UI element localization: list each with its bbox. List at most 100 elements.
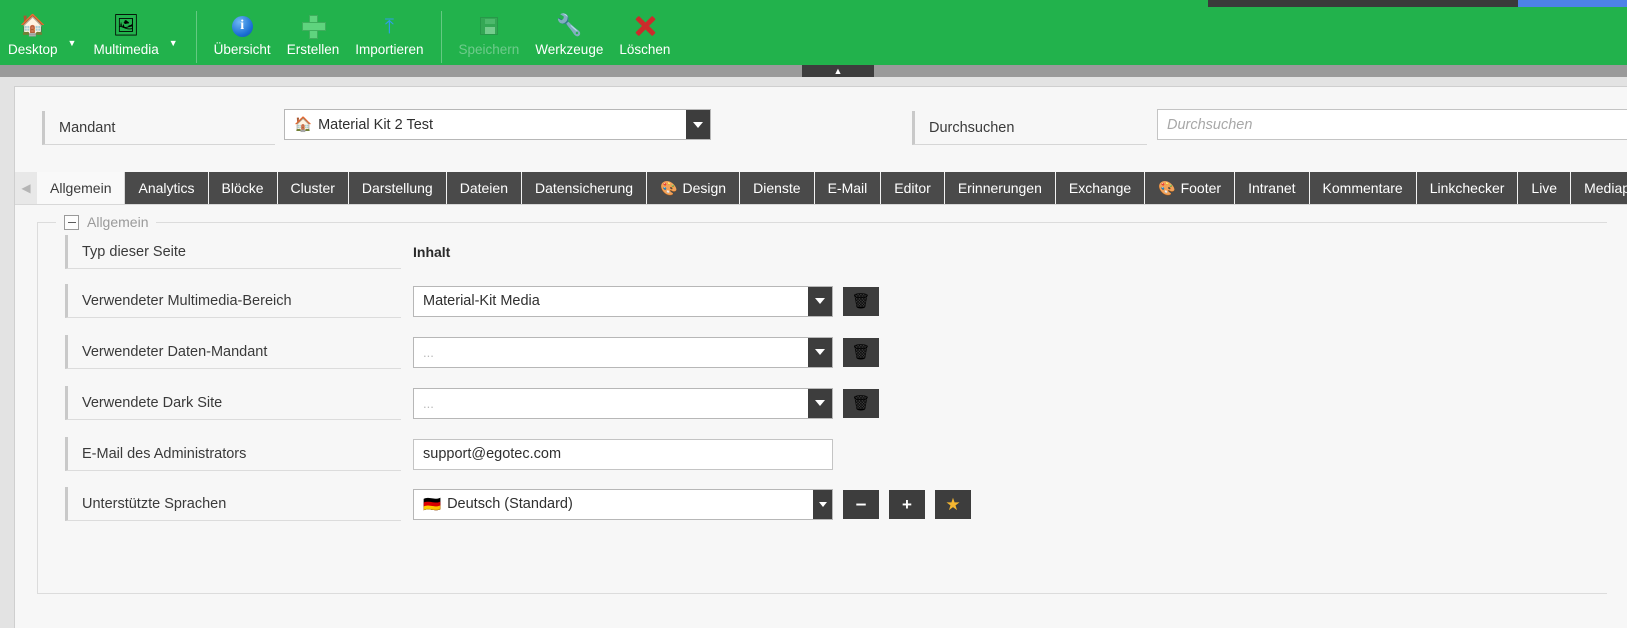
tab-bl-cke[interactable]: Blöcke (208, 172, 278, 204)
toolbar-separator-1 (195, 11, 197, 63)
tab-darstellung[interactable]: Darstellung (348, 172, 447, 204)
toolbar-button-erstellen[interactable]: Erstellen (279, 9, 348, 57)
delete-multimedia-button[interactable]: 🗑 (843, 286, 879, 316)
chevron-down-icon (815, 349, 825, 355)
tab-live[interactable]: Live (1518, 172, 1572, 204)
toolbar-label-loeschen: Löschen (619, 42, 671, 57)
arrow-up-icon: ⤒ (384, 14, 394, 38)
tab-label: Allgemein (50, 180, 112, 196)
mandant-select[interactable]: 🏠 Material Kit 2 Test (284, 109, 711, 140)
chevron-down-icon-multimedia[interactable]: ▼ (167, 38, 187, 57)
form-row-typ-dieser-seite: Typ dieser Seite Inhalt (65, 235, 450, 269)
form-label-e-mail-des-administrators: E-Mail des Administrators (65, 437, 401, 471)
chevron-down-icon (815, 400, 825, 406)
trash-icon: 🗑 (851, 293, 871, 310)
main-panel: Mandant 🏠 Material Kit 2 Test Durchsuche… (0, 77, 1627, 628)
trash-icon: 🗑 (851, 344, 871, 361)
form-value-e-mail-des-administrators (413, 438, 833, 470)
form-select-dropdown-button-verwendete-dark-site[interactable] (808, 388, 832, 418)
form-select-value-verwendeter-daten-mandant: ... (414, 345, 434, 360)
set-default-language-button[interactable]: ★ (935, 489, 971, 519)
form-select-value-verwendete-dark-site: ... (414, 396, 434, 411)
chevron-down-icon (818, 501, 827, 507)
tab-label: Blöcke (221, 180, 264, 196)
toolbar-button-desktop[interactable]: 🏠 Desktop (0, 9, 66, 57)
palette-icon: 🎨 (1158, 179, 1176, 196)
form-select-verwendeter-multimedia-bereich[interactable]: Material-Kit Media (413, 285, 833, 317)
tab-design[interactable]: 🎨 Design (647, 172, 741, 204)
search-input-wrap (1157, 109, 1627, 140)
toolbar-label-uebersicht: Übersicht (213, 42, 271, 57)
tab-label: Darstellung (361, 180, 433, 196)
add-language-button[interactable]: + (889, 489, 925, 519)
delete-daten-mandant-button[interactable]: 🗑 (843, 337, 879, 367)
tab-cluster[interactable]: Cluster (277, 172, 349, 204)
form-select-verwendeter-daten-mandant[interactable]: ... (413, 336, 833, 368)
tab-footer[interactable]: 🎨 Footer (1145, 172, 1236, 204)
mandant-select-dropdown-button[interactable] (686, 110, 710, 139)
settings-tab-bar: ◀ Allgemein Analytics Blöcke Cluster Darstel… (15, 172, 1627, 204)
form-select-dropdown-button-unterst-tzte-sprachen[interactable] (813, 489, 832, 519)
tab-mediapool[interactable]: Mediapool (1571, 172, 1627, 204)
toolbar-button-uebersicht[interactable]: i Übersicht (206, 9, 279, 57)
collapse-fieldset-button[interactable] (64, 214, 79, 230)
trash-icon: 🗑 (851, 395, 871, 412)
search-label: Durchsuchen (912, 111, 1147, 145)
tab-exchange[interactable]: Exchange (1055, 172, 1146, 204)
flag-icon-german: 🇩🇪 (423, 496, 442, 513)
panel-content: Mandant 🏠 Material Kit 2 Test Durchsuche… (14, 86, 1627, 628)
tab-intranet[interactable]: Intranet (1235, 172, 1310, 204)
form-row-unterst-tzte-sprachen: Unterstützte Sprachen 🇩🇪 Deutsch (Standard… (65, 487, 971, 521)
tab-dienste[interactable]: Dienste (740, 172, 815, 204)
form-value-verwendeter-multimedia-bereich: Material-Kit Media 🗑 (413, 285, 879, 317)
tab-label: Exchange (1068, 180, 1132, 196)
form-select-unterst-tzte-sprachen[interactable]: 🇩🇪 Deutsch (Standard) (413, 488, 833, 520)
info-icon: i (231, 13, 253, 39)
toolbar-button-werkzeuge[interactable]: 🔧 Werkzeuge (527, 9, 611, 57)
form-label-verwendeter-multimedia-bereich: Verwendeter Multimedia-Bereich (65, 284, 401, 318)
tab-kommentare[interactable]: Kommentare (1309, 172, 1417, 204)
tab-editor[interactable]: Editor (881, 172, 945, 204)
minus-icon-fieldset (67, 221, 76, 223)
form-select-dropdown-button-verwendeter-daten-mandant[interactable] (808, 337, 832, 367)
tab-datensicherung[interactable]: Datensicherung (522, 172, 648, 204)
form-value-verwendeter-daten-mandant: ... 🗑 (413, 336, 879, 368)
tab-dateien[interactable]: Dateien (446, 172, 522, 204)
toolbar-label-multimedia: Multimedia (93, 42, 159, 57)
tools-icon: 🔧 (556, 14, 583, 37)
form-row-e-mail-des-administrators: E-Mail des Administrators (65, 437, 833, 471)
toolbar-button-multimedia[interactable]: 🖼 Multimedia (85, 9, 166, 57)
panel-collapse-handle[interactable]: ▲ (802, 65, 874, 77)
tab-label: Analytics (138, 180, 195, 196)
main-toolbar: 🏠 Desktop ▼ 🖼 Multimedia ▼ i Übersicht E… (0, 9, 1627, 65)
toolbar-label-importieren: Importieren (355, 42, 424, 57)
delete-dark-site-button[interactable]: 🗑 (843, 388, 879, 418)
toolbar-button-speichern: Speichern (451, 9, 528, 57)
tab-erinnerungen[interactable]: Erinnerungen (944, 172, 1056, 204)
plus-icon (301, 13, 326, 39)
form-input-e-mail-des-administrators[interactable] (413, 438, 833, 470)
toolbar-button-loeschen[interactable]: Löschen (611, 9, 678, 57)
toolbar-desktop-wrap: 🏠 Desktop ▼ (0, 9, 85, 57)
background-window-sliver (0, 0, 1627, 9)
chevron-down-icon-mandant (693, 121, 703, 128)
tab-label: Kommentare (1322, 180, 1403, 196)
toolbar-group-actions: i Übersicht Erstellen ⤒ Importieren (206, 9, 432, 65)
chevron-left-icon: ◀ (21, 181, 31, 195)
tab-linkchecker[interactable]: Linkchecker (1416, 172, 1519, 204)
tab-allgemein[interactable]: Allgemein (37, 172, 126, 204)
mandant-label: Mandant (42, 111, 275, 145)
form-select-dropdown-button-verwendeter-multimedia-bereich[interactable] (808, 286, 832, 316)
form-select-value-unterst-tzte-sprachen: 🇩🇪 Deutsch (Standard) (414, 496, 573, 513)
remove-language-button[interactable]: – (843, 489, 879, 519)
toolbar-button-importieren[interactable]: ⤒ Importieren (347, 9, 431, 58)
search-input[interactable] (1157, 109, 1627, 140)
chevron-down-icon-desktop[interactable]: ▼ (66, 38, 86, 57)
background-blue-fragment (1518, 0, 1627, 7)
tab-scroll-left-button[interactable]: ◀ (15, 172, 37, 204)
tab-analytics[interactable]: Analytics (125, 172, 209, 204)
form-select-text-verwendeter-multimedia-bereich: Material-Kit Media (423, 293, 540, 309)
tab-label: Design (682, 180, 727, 196)
form-select-verwendete-dark-site[interactable]: ... (413, 387, 833, 419)
tab-e-mail[interactable]: E-Mail (814, 172, 882, 204)
